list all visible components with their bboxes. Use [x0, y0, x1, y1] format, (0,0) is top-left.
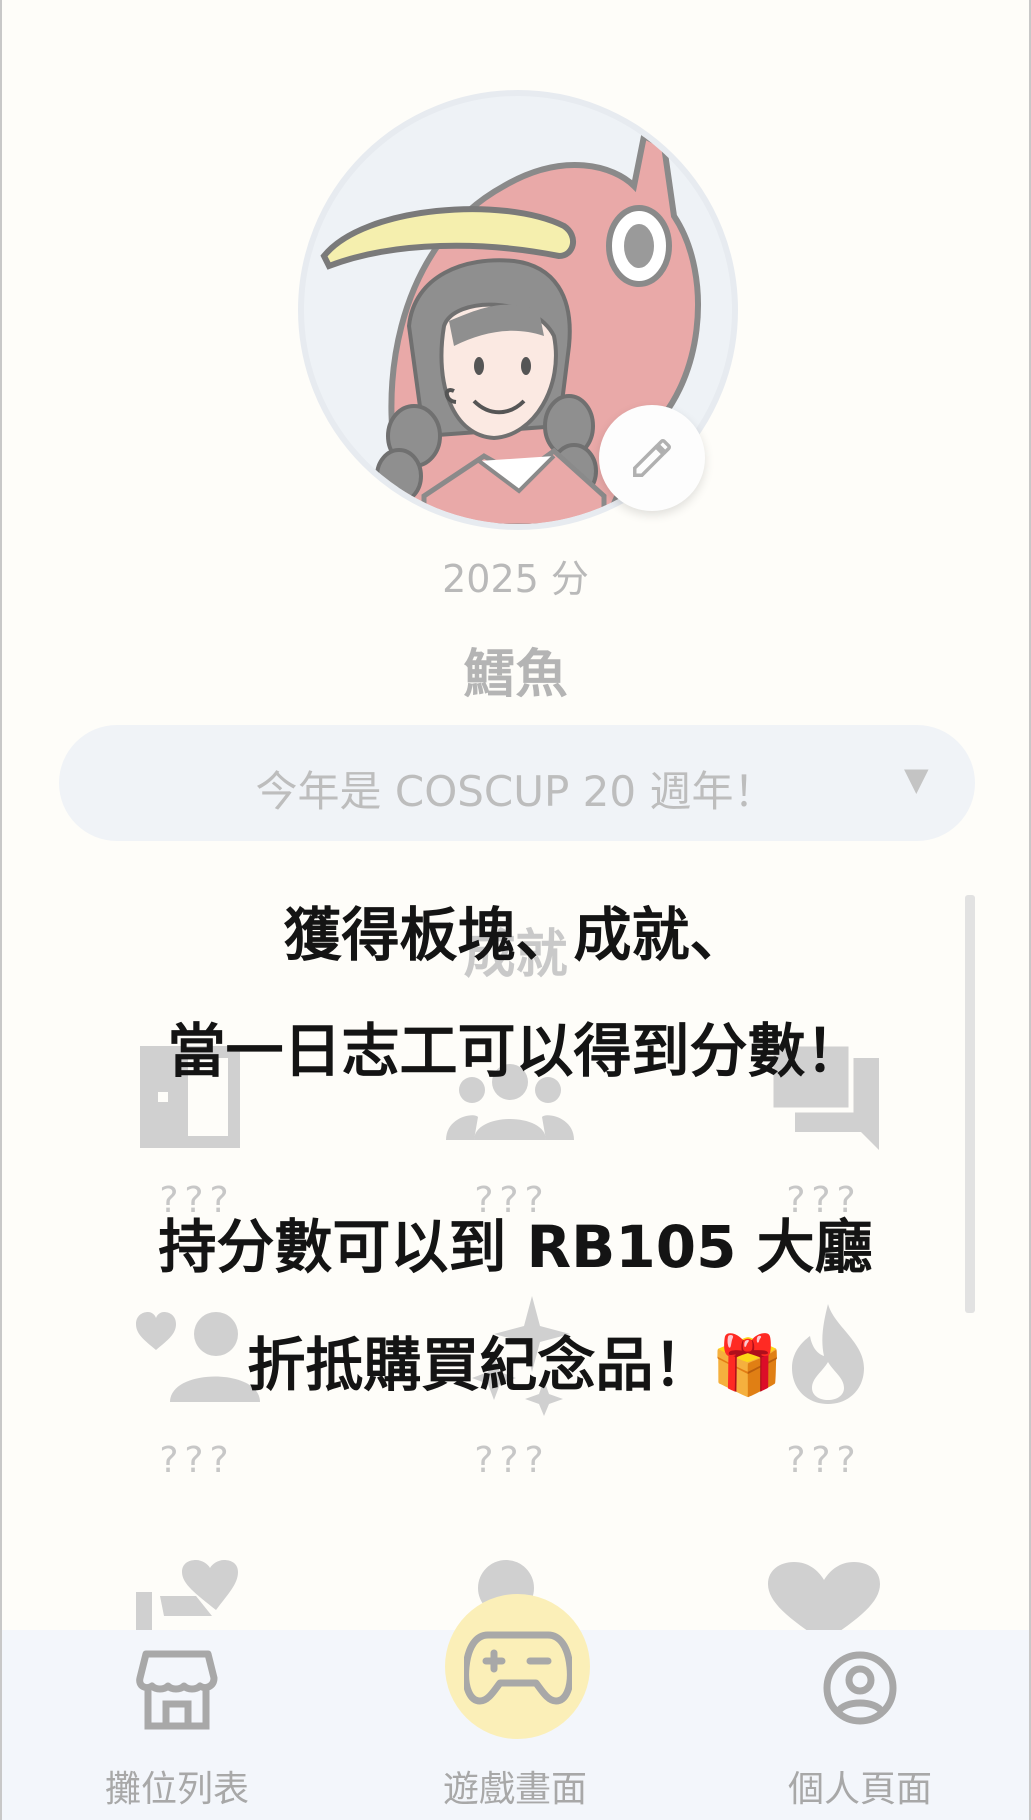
nav-booths-label: 攤位列表 [104, 1769, 249, 1810]
message-select-value[interactable]: 今年是 COSCUP 20 週年！ [2, 758, 1029, 819]
nav-profile-label: 個人頁面 [787, 1769, 932, 1810]
nav-game-button[interactable] [445, 1594, 590, 1739]
nav-profile[interactable]: 個人頁面 [740, 1650, 980, 1820]
overlay-message-line-4: 折抵購買紀念品！🎁 [247, 1331, 784, 1399]
hand-heart-icon [136, 1560, 238, 1640]
score-text: 2025 分 [442, 557, 589, 601]
account-circle-icon [823, 1651, 897, 1725]
nav-game-label[interactable]: 遊戲畫面 [395, 1760, 635, 1812]
profile-page: 2025 分 鱈魚 今年是 COSCUP 20 週年！ ▼ 成就 ??? ???… [2, 0, 1029, 1820]
overlay-message-line-1: 獲得板塊、成就、 [283, 901, 748, 969]
gamepad-icon [463, 1631, 572, 1704]
overlay-message-line-3: 持分數可以到 RB105 大廳 [158, 1213, 873, 1281]
edit-avatar-button[interactable] [599, 405, 705, 511]
overlay-message-line-2: 當一日志工可以得到分數！ [167, 1017, 864, 1085]
nav-booths[interactable]: 攤位列表 [57, 1650, 297, 1820]
player-name: 鱈魚 [463, 645, 568, 705]
store-icon [136, 1650, 218, 1730]
pencil-icon [633, 439, 671, 477]
chevron-down-icon[interactable]: ▼ [904, 760, 929, 798]
achievement-label: ??? [474, 1440, 550, 1481]
achievement-label: ??? [159, 1440, 235, 1481]
achievement-label: ??? [786, 1440, 862, 1481]
